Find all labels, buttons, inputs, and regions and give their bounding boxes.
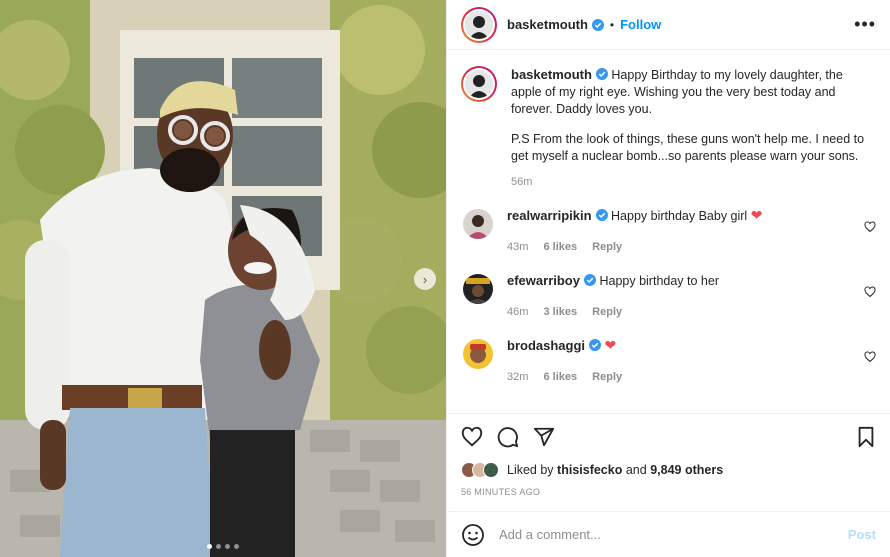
share-icon[interactable] (533, 426, 555, 448)
follow-button[interactable]: Follow (620, 17, 661, 32)
comment-time[interactable]: 32m (507, 371, 528, 383)
likes-summary: Liked by thisisfecko and 9,849 others (447, 459, 890, 481)
avatar (465, 10, 493, 39)
red-heart-emoji: ❤ (750, 207, 763, 223)
comment-meta: 46m 3 likes Reply (507, 304, 856, 321)
verified-badge-icon (595, 209, 608, 221)
post-header: basketmouth • Follow ••• (447, 0, 890, 50)
carousel-dot (216, 544, 221, 549)
comment-username[interactable]: brodashaggi (507, 338, 585, 353)
post-actions-bar (447, 413, 890, 459)
comment-username[interactable]: efewarriboy (507, 273, 580, 288)
reply-button[interactable]: Reply (592, 306, 622, 318)
chevron-right-icon: › (422, 271, 428, 287)
post-photo[interactable]: › (0, 0, 446, 557)
comment-meta: 43m 6 likes Reply (507, 239, 856, 256)
verified-badge-icon (591, 18, 604, 31)
avatar (465, 70, 493, 98)
reply-button[interactable]: Reply (592, 241, 622, 253)
red-heart-emoji: ❤ (604, 337, 617, 353)
likes-prefix: Liked by (507, 463, 554, 477)
emoji-icon[interactable] (461, 523, 485, 547)
comment-username[interactable]: realwarripikin (507, 208, 592, 223)
instagram-post-modal: › basketmouth • Follow ••• basketmouth H… (0, 0, 890, 557)
post-comment-button[interactable]: Post (848, 527, 876, 542)
verified-badge-icon (583, 274, 596, 286)
comment-time[interactable]: 46m (507, 306, 528, 318)
author-username[interactable]: basketmouth (507, 17, 588, 32)
comment-text: Happy birthday to her (599, 274, 719, 288)
likers-avatar-stack[interactable] (461, 462, 499, 478)
avatar[interactable] (463, 209, 493, 239)
comment-item: brodashaggi ❤ 32m 6 likes Reply (461, 337, 876, 386)
caption-username[interactable]: basketmouth (511, 67, 592, 82)
comments-scroll-area[interactable]: basketmouth Happy Birthday to my lovely … (447, 50, 890, 413)
carousel-dot (225, 544, 230, 549)
post-timestamp[interactable]: 56 MINUTES AGO (447, 481, 890, 505)
comment-item: realwarripikin Happy birthday Baby girl … (461, 207, 876, 256)
photo-illustration (0, 0, 446, 557)
author-avatar-ring[interactable] (461, 6, 497, 43)
comment-likes[interactable]: 6 likes (543, 371, 577, 383)
caption: basketmouth Happy Birthday to my lovely … (461, 66, 876, 191)
likes-and: and (625, 463, 647, 477)
like-comment-heart-icon[interactable] (864, 286, 876, 298)
comment-icon[interactable] (497, 426, 519, 448)
avatar[interactable] (463, 339, 493, 369)
more-icon[interactable]: ••• (854, 14, 876, 35)
comment-input[interactable] (499, 527, 848, 542)
carousel-dot (234, 544, 239, 549)
caption-avatar-ring[interactable] (461, 66, 497, 102)
avatar[interactable] (463, 274, 493, 304)
verified-badge-icon (595, 68, 608, 80)
like-comment-heart-icon[interactable] (864, 351, 876, 363)
post-side-panel: basketmouth • Follow ••• basketmouth Hap… (446, 0, 890, 557)
caption-text-ps: P.S From the look of things, these guns … (511, 132, 865, 163)
separator: • (609, 17, 615, 32)
comment-likes[interactable]: 6 likes (543, 241, 577, 253)
liker-username[interactable]: thisisfecko (557, 463, 622, 477)
reply-button[interactable]: Reply (592, 371, 622, 383)
add-comment-bar: Post (447, 511, 890, 557)
caption-time[interactable]: 56m (511, 176, 532, 188)
avatar (483, 462, 499, 478)
comment-item: efewarriboy Happy birthday to her 46m 3 … (461, 272, 876, 321)
comment-likes[interactable]: 3 likes (543, 306, 577, 318)
comment-text: Happy birthday Baby girl (611, 209, 748, 223)
heart-icon[interactable] (461, 426, 483, 448)
comment-time[interactable]: 43m (507, 241, 528, 253)
verified-badge-icon (589, 339, 602, 351)
next-image-button[interactable]: › (414, 268, 436, 290)
bookmark-icon[interactable] (856, 426, 876, 448)
carousel-indicator (0, 544, 446, 549)
likes-count[interactable]: 9,849 others (650, 463, 723, 477)
like-comment-heart-icon[interactable] (864, 221, 876, 233)
comment-meta: 32m 6 likes Reply (507, 369, 856, 386)
caption-meta: 56m (511, 174, 876, 191)
carousel-dot (207, 544, 212, 549)
